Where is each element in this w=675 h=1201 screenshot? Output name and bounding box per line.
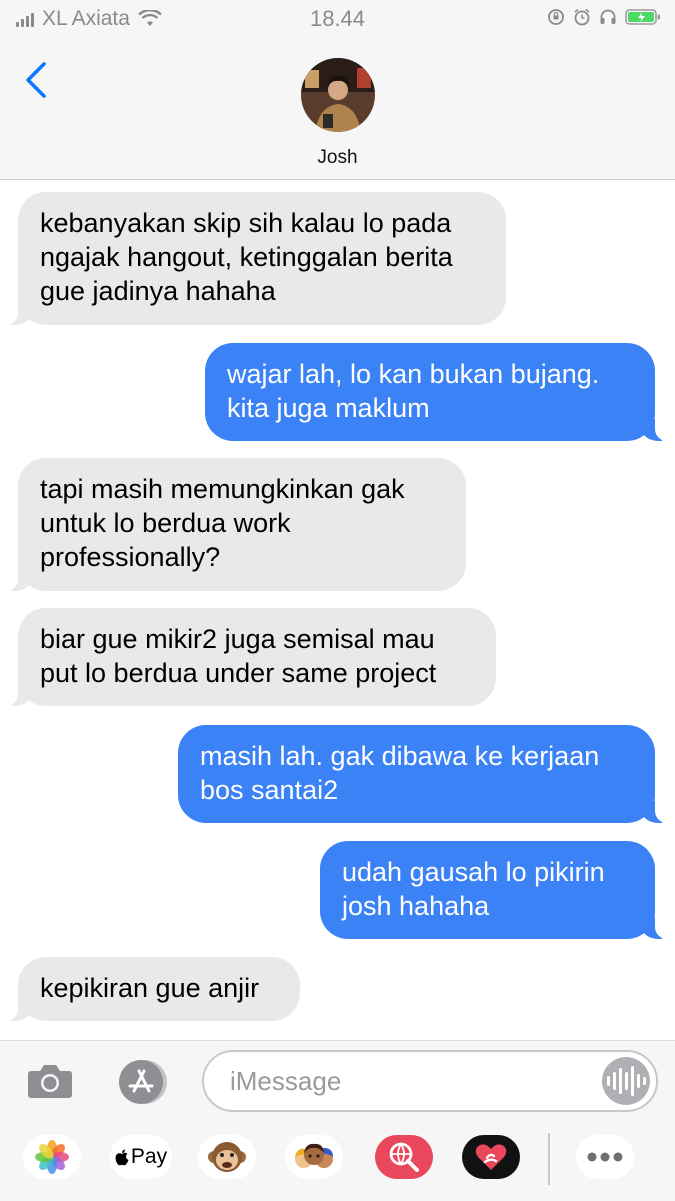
audio-message-button[interactable] [602, 1057, 650, 1105]
photos-icon [35, 1140, 69, 1174]
more-apps-button[interactable] [576, 1135, 634, 1179]
message-bubble-outgoing[interactable]: wajar lah, lo kan bukan bujang. kita jug… [205, 343, 667, 441]
app-drawer: Pay [0, 1133, 675, 1185]
message-bubble-incoming[interactable]: kepikiran gue anjir [6, 957, 300, 1021]
more-icon [587, 1152, 623, 1162]
contact-avatar[interactable] [301, 58, 375, 132]
memoji-icon [295, 1143, 333, 1168]
message-text: kebanyakan skip sih kalau lo pada ngajak… [40, 208, 453, 306]
alarm-icon [574, 8, 590, 26]
digital-touch-button[interactable] [462, 1135, 520, 1179]
apple-pay-label: Pay [130, 1145, 168, 1168]
message-bubble-incoming[interactable]: tapi masih memungkinkan gak untuk lo ber… [6, 458, 466, 591]
avatar-photo [301, 58, 375, 132]
globe-search-icon [389, 1142, 419, 1172]
contact-name[interactable]: Josh [0, 147, 675, 169]
message-text: masih lah. gak dibawa ke kerjaan bos san… [200, 741, 600, 805]
composer-bar: iMessage Pay [0, 1040, 675, 1201]
message-text: biar gue mikir2 juga semisal mau put lo … [40, 624, 437, 688]
camera-button[interactable] [27, 1063, 73, 1104]
chevron-left-icon [26, 62, 46, 98]
orientation-lock-icon [548, 9, 564, 25]
camera-icon [28, 1065, 72, 1098]
message-bubble-outgoing[interactable]: udah gausah lo pikirin josh hahaha [320, 841, 667, 939]
heart-touch-icon [475, 1144, 507, 1170]
headphones-icon [600, 9, 616, 24]
app-store-icon [119, 1060, 167, 1104]
message-input[interactable]: iMessage [202, 1050, 658, 1112]
message-bubble-incoming[interactable]: kebanyakan skip sih kalau lo pada ngajak… [6, 192, 506, 325]
conversation-header: Josh [0, 36, 675, 180]
back-button[interactable] [22, 60, 62, 100]
message-text: tapi masih memungkinkan gak untuk lo ber… [40, 474, 405, 572]
status-right [547, 8, 661, 26]
message-text: udah gausah lo pikirin josh hahaha [342, 857, 605, 921]
battery-icon [625, 9, 660, 25]
status-bar: XL Axiata 18.44 [0, 0, 675, 36]
memoji-button[interactable] [285, 1135, 343, 1179]
photos-app-button[interactable] [23, 1135, 81, 1179]
apple-logo-icon [115, 1149, 129, 1165]
app-store-button[interactable] [113, 1059, 171, 1110]
message-input-placeholder: iMessage [230, 1066, 342, 1096]
message-bubble-incoming[interactable]: biar gue mikir2 juga semisal mau put lo … [6, 608, 496, 706]
web-image-search-button[interactable] [375, 1135, 433, 1179]
animoji-monkey-button[interactable] [198, 1135, 256, 1179]
apple-pay-button[interactable]: Pay [110, 1135, 172, 1179]
message-text: wajar lah, lo kan bukan bujang. kita jug… [227, 359, 600, 423]
app-drawer-divider [548, 1133, 550, 1185]
message-text: kepikiran gue anjir [40, 973, 260, 1003]
monkey-icon [208, 1142, 246, 1172]
message-bubble-outgoing[interactable]: masih lah. gak dibawa ke kerjaan bos san… [178, 725, 667, 823]
